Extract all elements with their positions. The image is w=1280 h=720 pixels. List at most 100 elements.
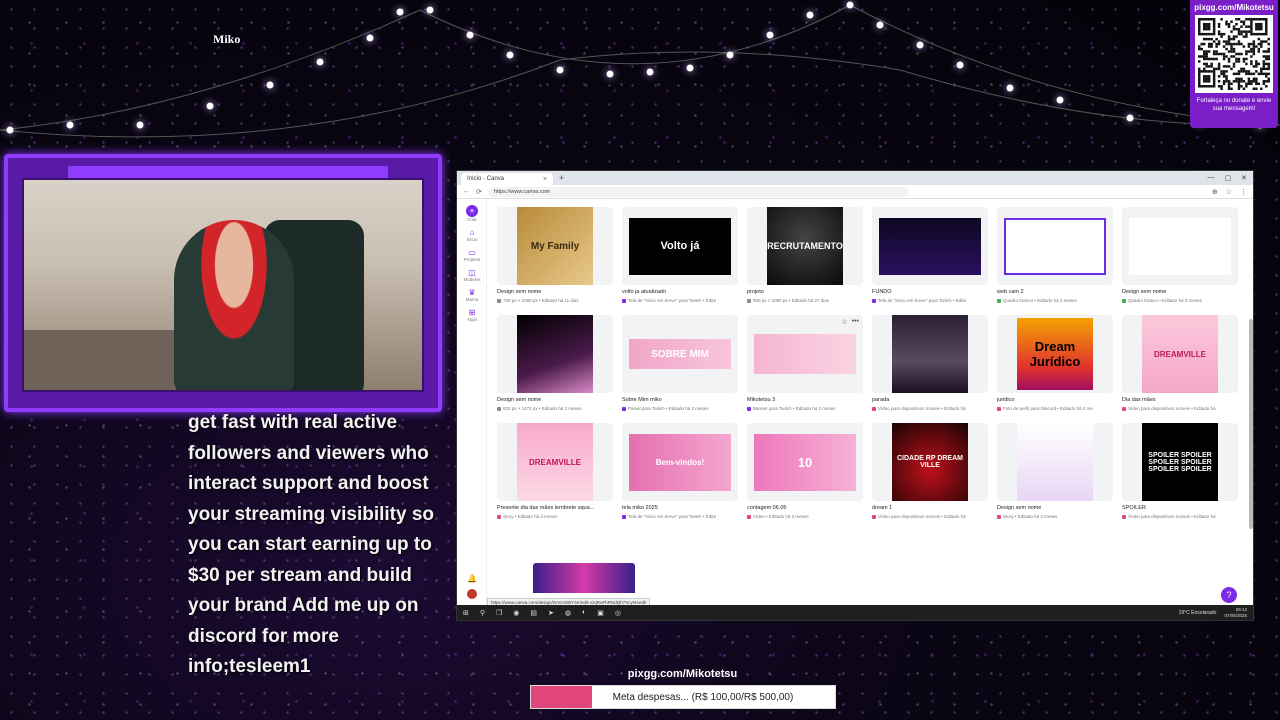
design-title[interactable]: projeto xyxy=(747,289,863,295)
design-card[interactable]: 10 contagem 06.05 Vídeo • Editado há 3 mes… xyxy=(747,423,863,519)
design-thumbnail-area[interactable]: 10 xyxy=(747,423,863,501)
design-title[interactable]: Presente dia das mães lembrete squa... xyxy=(497,505,613,511)
design-title[interactable]: Design sem nome xyxy=(997,505,1113,511)
design-meta-text: Quadro branco • Editado há 3 meses xyxy=(1003,298,1077,303)
taskbar-app-icon[interactable]: ➤ xyxy=(548,609,554,617)
design-title[interactable]: tela miko 2025 xyxy=(622,505,738,511)
taskbar-app-icon[interactable]: ◍ xyxy=(565,609,571,617)
design-card[interactable]: ☆ ••• Mikotetsu 3 Banner para Twitch • Edit… xyxy=(747,315,863,411)
design-title[interactable]: Design sem nome xyxy=(1122,289,1238,295)
design-card[interactable]: FUNDO Tela de "Inicio em breve" para Twit… xyxy=(872,207,988,303)
design-thumbnail-area[interactable]: Dream Jurídico xyxy=(997,315,1113,393)
extensions-icon[interactable]: ⊕ xyxy=(1212,188,1218,196)
design-title[interactable]: FUNDO xyxy=(872,289,988,295)
design-card[interactable]: DREAMVILLE Dia das mães Vídeo para disposi… xyxy=(1122,315,1238,411)
design-thumbnail-area[interactable] xyxy=(997,423,1113,501)
light-bulb xyxy=(606,70,614,78)
design-card[interactable]: parada Vídeo para dispositivos móveis • E… xyxy=(872,315,988,411)
design-thumbnail-area[interactable] xyxy=(872,207,988,285)
design-thumbnail-area[interactable] xyxy=(872,315,988,393)
taskbar-app-icon[interactable]: ◉ xyxy=(513,609,519,617)
design-thumbnail-area[interactable]: SPOILER SPOILER SPOILER SPOILER SPOILER … xyxy=(1122,423,1238,501)
sidebar-item-in-cio[interactable]: ⌂ Início xyxy=(457,228,487,242)
design-card[interactable]: Bem-vindos! tela miko 2025 Tela de "Inicio… xyxy=(622,423,738,519)
design-title[interactable]: Design sem nome xyxy=(497,289,613,295)
light-bulb xyxy=(66,121,74,129)
weather-widget[interactable]: 19°C Ensolarado xyxy=(1179,610,1217,616)
design-thumbnail-area[interactable]: DREAMVILLE xyxy=(1122,315,1238,393)
design-meta-text: Foto de perfil para Discord • Editado há… xyxy=(1003,406,1093,411)
scrollbar[interactable] xyxy=(1249,319,1253,529)
help-button[interactable]: ? xyxy=(1221,587,1237,603)
design-card[interactable]: SPOILER SPOILER SPOILER SPOILER SPOILER … xyxy=(1122,423,1238,519)
user-avatar[interactable] xyxy=(467,589,477,599)
design-card[interactable]: Dream Jurídico juridico Foto de perfil par… xyxy=(997,315,1113,411)
sidebar-item-modelos[interactable]: ◫ Modelos xyxy=(457,268,487,282)
design-thumbnail-area[interactable]: Volto já xyxy=(622,207,738,285)
sidebar-bottom: 🔔 xyxy=(457,574,487,599)
design-thumbnail-area[interactable]: SOBRE MIM xyxy=(622,315,738,393)
taskbar-app-icon[interactable]: ▣ xyxy=(597,609,604,617)
taskbar-clock[interactable]: 09:12 07/05/2025 xyxy=(1224,607,1247,619)
sidebar-item-marca[interactable]: ♛ Marca xyxy=(457,288,487,302)
design-title[interactable]: contagem 06.05 xyxy=(747,505,863,511)
design-thumbnail-area[interactable]: My Family xyxy=(497,207,613,285)
taskbar-app-icon[interactable]: ▤ xyxy=(530,609,537,617)
design-title[interactable]: dream 1 xyxy=(872,505,988,511)
sidebar-item-apps[interactable]: ⊞ Apps xyxy=(457,308,487,322)
taskbar-app-icon[interactable]: ⚲ xyxy=(480,609,485,617)
design-thumbnail-area[interactable]: CIDADE RP DREAM VILLE xyxy=(872,423,988,501)
design-thumbnail-area[interactable] xyxy=(497,315,613,393)
browser-menu-icon[interactable]: ⋮ xyxy=(1240,188,1247,196)
design-card[interactable]: Volto já volto ja atualizado Tela de "Inic… xyxy=(622,207,738,303)
maximize-button[interactable]: ▢ xyxy=(1225,174,1232,182)
design-title[interactable]: juridico xyxy=(997,397,1113,403)
partial-design-thumbnail[interactable] xyxy=(533,563,635,593)
sidebar-item-projetos[interactable]: ▭ Projetos xyxy=(457,248,487,262)
design-title[interactable]: SPOILER xyxy=(1122,505,1238,511)
taskbar-app-icon[interactable]: ◎ xyxy=(615,609,621,617)
design-title[interactable]: Mikotetsu 3 xyxy=(747,397,863,403)
taskbar-app-icon[interactable]: ❐ xyxy=(496,609,502,617)
light-bulb xyxy=(806,11,814,19)
close-window-button[interactable]: ✕ xyxy=(1241,174,1247,182)
more-options-icon[interactable]: ••• xyxy=(852,318,859,326)
design-thumbnail-area[interactable]: DREAMVILLE xyxy=(497,423,613,501)
design-card[interactable]: SOBRE MIM Sobre Mim miko Painel para Twitc… xyxy=(622,315,738,411)
tab-title: Início - Canva xyxy=(467,176,505,182)
design-card[interactable]: Design sem nome Story • Editado há 3 mese… xyxy=(997,423,1113,519)
design-thumbnail: SPOILER SPOILER SPOILER SPOILER SPOILER … xyxy=(1142,423,1218,501)
taskbar-app-icon[interactable]: ◐ xyxy=(582,609,586,617)
back-icon[interactable]: ← xyxy=(463,188,470,195)
design-thumbnail-area[interactable]: RECRUTAMENTO xyxy=(747,207,863,285)
new-tab-button[interactable]: + xyxy=(559,173,564,183)
design-card[interactable]: Design sem nome 832 px × 1472 px • Editad… xyxy=(497,315,613,411)
star-icon[interactable]: ☆ xyxy=(841,318,847,326)
design-card[interactable]: RECRUTAMENTO projeto 960 px × 1080 px • Ed… xyxy=(747,207,863,303)
minimize-button[interactable]: — xyxy=(1208,174,1215,182)
design-card[interactable]: My Family Design sem nome 720 px × 1080 px… xyxy=(497,207,613,303)
design-title[interactable]: parada xyxy=(872,397,988,403)
tab-close-icon[interactable]: × xyxy=(543,176,547,183)
design-card[interactable]: DREAMVILLE Presente dia das mães lembrete… xyxy=(497,423,613,519)
design-title[interactable]: Sobre Mim miko xyxy=(622,397,738,403)
design-thumbnail-area[interactable] xyxy=(997,207,1113,285)
design-card[interactable]: Design sem nome Quadro branco • Editado h… xyxy=(1122,207,1238,303)
design-card[interactable]: CIDADE RP DREAM VILLE dream 1 Vídeo para d… xyxy=(872,423,988,519)
design-thumbnail-area[interactable] xyxy=(1122,207,1238,285)
bookmark-star-icon[interactable]: ☆ xyxy=(1226,188,1232,196)
reload-icon[interactable]: ⟳ xyxy=(476,188,482,196)
tab-canva[interactable]: Início - Canva × xyxy=(461,173,553,185)
design-thumbnail-area[interactable]: Bem-vindos! xyxy=(622,423,738,501)
start-menu-icon[interactable]: ⊞ xyxy=(463,609,469,617)
design-title[interactable]: Dia das mães xyxy=(1122,397,1238,403)
design-title[interactable]: web cam 2 xyxy=(997,289,1113,295)
design-thumbnail-area[interactable]: ☆ ••• xyxy=(747,315,863,393)
design-title[interactable]: volto ja atualizado xyxy=(622,289,738,295)
notifications-bell-icon[interactable]: 🔔 xyxy=(457,574,487,583)
sidebar-item-criar[interactable]: + Criar xyxy=(457,205,487,222)
design-type-icon xyxy=(497,514,501,519)
design-card[interactable]: web cam 2 Quadro branco • Editado há 3 me… xyxy=(997,207,1113,303)
address-input[interactable]: https://www.canva.com xyxy=(487,186,908,197)
design-title[interactable]: Design sem nome xyxy=(497,397,613,403)
